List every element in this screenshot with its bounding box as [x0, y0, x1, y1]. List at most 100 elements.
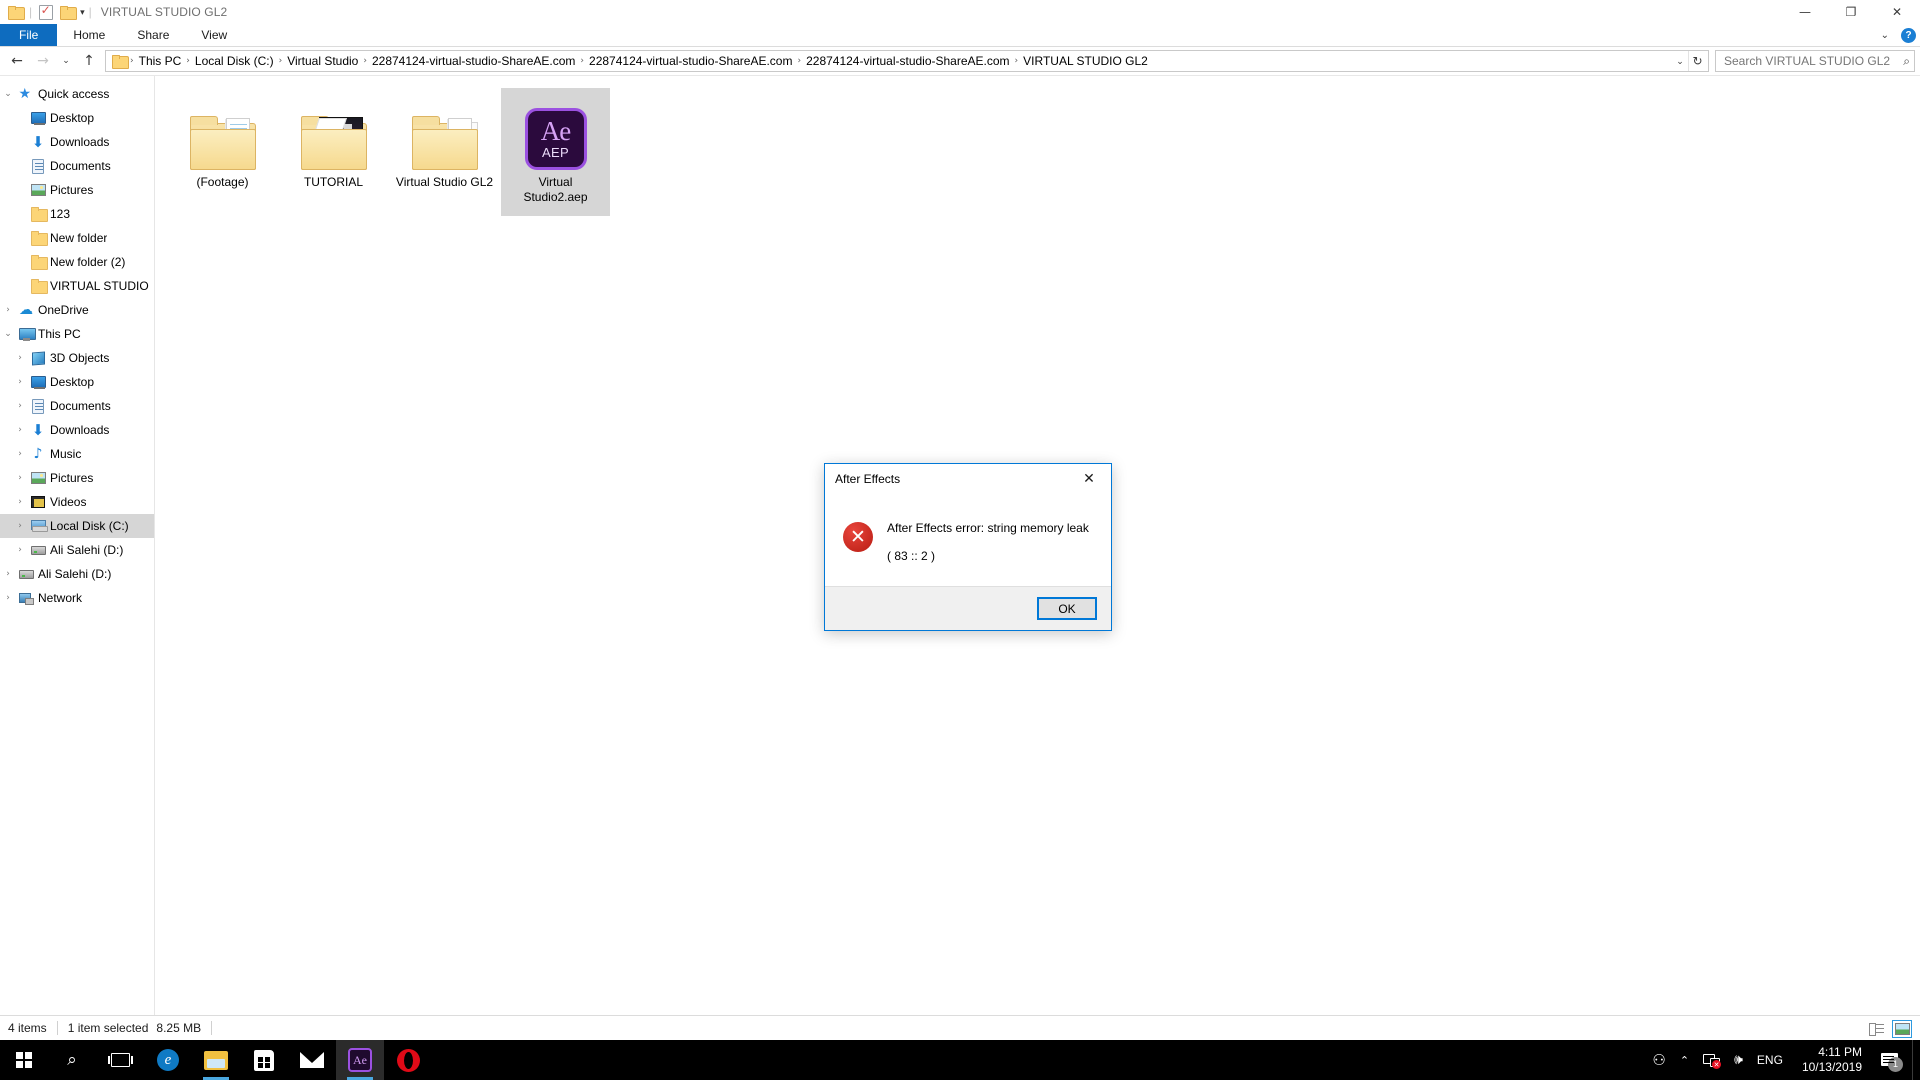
sidebar-item-network[interactable]: › Network — [0, 586, 154, 610]
show-desktop-button[interactable] — [1912, 1040, 1920, 1080]
sidebar-item-label: Pictures — [50, 471, 94, 485]
expander-icon[interactable]: › — [12, 449, 28, 459]
sidebar-item-desktop[interactable]: › Desktop — [0, 370, 154, 394]
file-explorer-button[interactable] — [192, 1040, 240, 1080]
maximize-button[interactable]: ❐ — [1828, 0, 1874, 24]
sidebar-item-ali-salehi-d[interactable]: › Ali Salehi (D:) — [0, 562, 154, 586]
sidebar-item-3d-objects[interactable]: › 3D Objects — [0, 346, 154, 370]
expander-icon[interactable]: ⌄ — [0, 89, 16, 99]
back-button[interactable]: ← — [5, 49, 29, 73]
edge-button[interactable]: e — [144, 1040, 192, 1080]
breadcrumb-item-shareae-1[interactable]: 22874124-virtual-studio-ShareAE.com — [368, 53, 579, 69]
expander-icon[interactable]: › — [0, 305, 16, 315]
customize-chevron-icon[interactable]: ▾ — [80, 7, 85, 17]
people-button[interactable]: ⚇ — [1645, 1040, 1672, 1080]
expander-icon[interactable]: › — [12, 497, 28, 507]
breadcrumb-item-shareae-3[interactable]: 22874124-virtual-studio-ShareAE.com — [802, 53, 1013, 69]
selection-text: 1 item selected — [67, 1021, 149, 1035]
expander-icon[interactable]: ⌄ — [0, 329, 16, 339]
file-item-virtual-studio2-aep[interactable]: Ae AEP Virtual Studio2.aep — [501, 88, 610, 216]
sidebar-item-this-pc[interactable]: ⌄ This PC — [0, 322, 154, 346]
after-effects-button[interactable]: Ae — [336, 1040, 384, 1080]
file-item-footage[interactable]: (Footage) — [168, 88, 277, 216]
search-input[interactable] — [1724, 54, 1904, 68]
opera-button[interactable] — [384, 1040, 432, 1080]
status-divider — [56, 1021, 58, 1035]
language-button[interactable]: ENG — [1750, 1040, 1790, 1080]
refresh-icon[interactable]: ↻ — [1688, 51, 1706, 71]
title-bar: | ▾ | VIRTUAL STUDIO GL2 — ❐ ✕ — [0, 0, 1920, 24]
file-item-virtual-studio-gl2[interactable]: Virtual Studio GL2 — [390, 88, 499, 216]
window-controls: — ❐ ✕ — [1782, 0, 1920, 24]
expander-icon[interactable]: › — [12, 401, 28, 411]
volume-button[interactable]: 🕪 — [1727, 1040, 1750, 1080]
sidebar-item-123[interactable]: 123 — [0, 202, 154, 226]
breadcrumb-item-virtual-studio[interactable]: Virtual Studio — [283, 53, 362, 69]
expander-icon[interactable]: › — [0, 569, 16, 579]
sidebar-item-new-folder[interactable]: New folder — [0, 226, 154, 250]
search-box[interactable]: ⌕ — [1715, 50, 1915, 72]
sidebar-item-local-disk-c[interactable]: › Local Disk (C:) — [0, 514, 154, 538]
dialog-close-button[interactable]: ✕ — [1067, 464, 1111, 493]
action-center-button[interactable]: 1 — [1874, 1040, 1912, 1080]
qat-divider-2: | — [88, 5, 92, 19]
expander-icon[interactable]: › — [12, 353, 28, 363]
network-button[interactable]: ✕ — [1696, 1040, 1727, 1080]
tab-view[interactable]: View — [185, 24, 243, 46]
clock[interactable]: 4:11 PM 10/13/2019 — [1790, 1040, 1874, 1080]
expander-icon[interactable]: › — [12, 425, 28, 435]
show-hidden-icons-button[interactable]: ⌃ — [1673, 1040, 1696, 1080]
expander-icon[interactable]: › — [12, 545, 28, 555]
sidebar-item-virtual-studio-gl[interactable]: VIRTUAL STUDIO Gl — [0, 274, 154, 298]
sidebar-item-quick-access[interactable]: ⌄ ★ Quick access — [0, 82, 154, 106]
new-folder-icon[interactable] — [58, 3, 78, 22]
details-view-button[interactable] — [1866, 1020, 1886, 1038]
up-button[interactable]: ↑ — [77, 49, 101, 73]
minimize-button[interactable]: — — [1782, 0, 1828, 24]
mail-button[interactable] — [288, 1040, 336, 1080]
sidebar-item-documents[interactable]: › Documents — [0, 394, 154, 418]
sidebar-item-videos[interactable]: › Videos — [0, 490, 154, 514]
sidebar-item-music[interactable]: › ♪ Music — [0, 442, 154, 466]
3d-objects-icon — [28, 351, 48, 365]
recent-locations-icon[interactable]: ⌄ — [57, 49, 75, 73]
tab-file[interactable]: File — [0, 24, 58, 46]
help-icon[interactable]: ? — [1901, 28, 1916, 43]
search-taskbar-button[interactable]: ⌕ — [48, 1040, 96, 1080]
breadcrumb-item-this-pc[interactable]: This PC — [135, 53, 186, 69]
microsoft-store-button[interactable] — [240, 1040, 288, 1080]
sidebar-item-pictures[interactable]: Pictures — [0, 178, 154, 202]
file-item-tutorial[interactable]: TUTORIAL — [279, 88, 388, 216]
breadcrumb-item-current[interactable]: VIRTUAL STUDIO GL2 — [1019, 53, 1152, 69]
dialog-footer: OK — [825, 586, 1111, 630]
chevron-down-icon[interactable]: ⌄ — [1877, 30, 1893, 41]
address-dropdown-icon[interactable]: ⌄ — [1672, 56, 1688, 67]
expander-icon[interactable]: › — [12, 377, 28, 387]
sidebar-item-documents[interactable]: Documents — [0, 154, 154, 178]
ok-button[interactable]: OK — [1037, 597, 1097, 620]
breadcrumb-item-local-disk[interactable]: Local Disk (C:) — [191, 53, 278, 69]
close-button[interactable]: ✕ — [1874, 0, 1920, 24]
expander-icon[interactable]: › — [0, 593, 16, 603]
sidebar-item-downloads[interactable]: ⬇ Downloads — [0, 130, 154, 154]
breadcrumb[interactable]: › This PC › Local Disk (C:) › Virtual St… — [105, 50, 1709, 72]
sidebar-item-label: 123 — [50, 207, 71, 221]
properties-icon[interactable] — [36, 3, 55, 22]
task-view-button[interactable] — [96, 1040, 144, 1080]
sidebar-item-desktop[interactable]: Desktop — [0, 106, 154, 130]
sidebar-item-label: OneDrive — [38, 303, 89, 317]
sidebar-item-downloads[interactable]: › ⬇ Downloads — [0, 418, 154, 442]
start-button[interactable] — [0, 1040, 48, 1080]
sidebar-item-onedrive[interactable]: › ☁ OneDrive — [0, 298, 154, 322]
expander-icon[interactable]: › — [12, 521, 28, 531]
expander-icon[interactable]: › — [12, 473, 28, 483]
forward-button[interactable]: → — [31, 49, 55, 73]
sidebar-item-pictures[interactable]: › Pictures — [0, 466, 154, 490]
breadcrumb-item-shareae-2[interactable]: 22874124-virtual-studio-ShareAE.com — [585, 53, 796, 69]
sidebar-item-ali-salehi-d[interactable]: › Ali Salehi (D:) — [0, 538, 154, 562]
thumbnails-view-button[interactable] — [1892, 1019, 1912, 1038]
sidebar-item-new-folder-2[interactable]: New folder (2) — [0, 250, 154, 274]
folder-icon[interactable] — [6, 3, 25, 22]
tab-home[interactable]: Home — [57, 24, 121, 46]
tab-share[interactable]: Share — [121, 24, 185, 46]
